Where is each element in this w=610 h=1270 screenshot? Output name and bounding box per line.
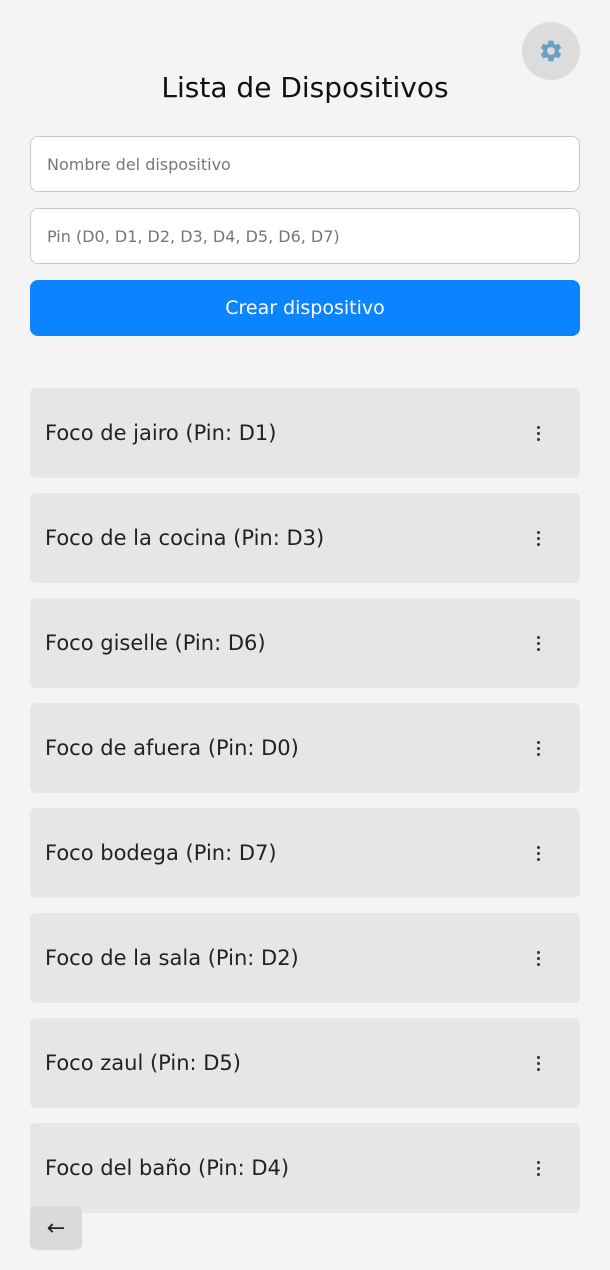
gear-icon xyxy=(538,38,564,64)
device-label: Foco giselle (Pin: D6) xyxy=(45,631,266,655)
more-options-icon[interactable] xyxy=(526,732,550,764)
device-list: Foco de jairo (Pin: D1) Foco de la cocin… xyxy=(30,388,580,1228)
device-item[interactable]: Foco del baño (Pin: D4) xyxy=(30,1123,580,1213)
more-options-icon[interactable] xyxy=(526,942,550,974)
device-label: Foco bodega (Pin: D7) xyxy=(45,841,277,865)
more-options-icon[interactable] xyxy=(526,627,550,659)
create-device-button[interactable]: Crear dispositivo xyxy=(30,280,580,336)
device-item[interactable]: Foco bodega (Pin: D7) xyxy=(30,808,580,898)
device-label: Foco zaul (Pin: D5) xyxy=(45,1051,241,1075)
device-label: Foco de afuera (Pin: D0) xyxy=(45,736,299,760)
device-pin-input[interactable] xyxy=(30,208,580,264)
arrow-left-icon: ← xyxy=(46,1215,66,1241)
more-options-icon[interactable] xyxy=(526,417,550,449)
more-options-icon[interactable] xyxy=(526,522,550,554)
page-title: Lista de Dispositivos xyxy=(161,71,449,104)
more-options-icon[interactable] xyxy=(526,1047,550,1079)
more-options-icon[interactable] xyxy=(526,1152,550,1184)
device-item[interactable]: Foco de jairo (Pin: D1) xyxy=(30,388,580,478)
device-item[interactable]: Foco de afuera (Pin: D0) xyxy=(30,703,580,793)
device-item[interactable]: Foco de la sala (Pin: D2) xyxy=(30,913,580,1003)
device-label: Foco de jairo (Pin: D1) xyxy=(45,421,277,445)
back-button[interactable]: ← xyxy=(30,1206,82,1250)
device-item[interactable]: Foco de la cocina (Pin: D3) xyxy=(30,493,580,583)
device-item[interactable]: Foco zaul (Pin: D5) xyxy=(30,1018,580,1108)
device-item[interactable]: Foco giselle (Pin: D6) xyxy=(30,598,580,688)
device-label: Foco de la cocina (Pin: D3) xyxy=(45,526,325,550)
device-label: Foco de la sala (Pin: D2) xyxy=(45,946,299,970)
device-name-input[interactable] xyxy=(30,136,580,192)
more-options-icon[interactable] xyxy=(526,837,550,869)
device-label: Foco del baño (Pin: D4) xyxy=(45,1156,290,1180)
